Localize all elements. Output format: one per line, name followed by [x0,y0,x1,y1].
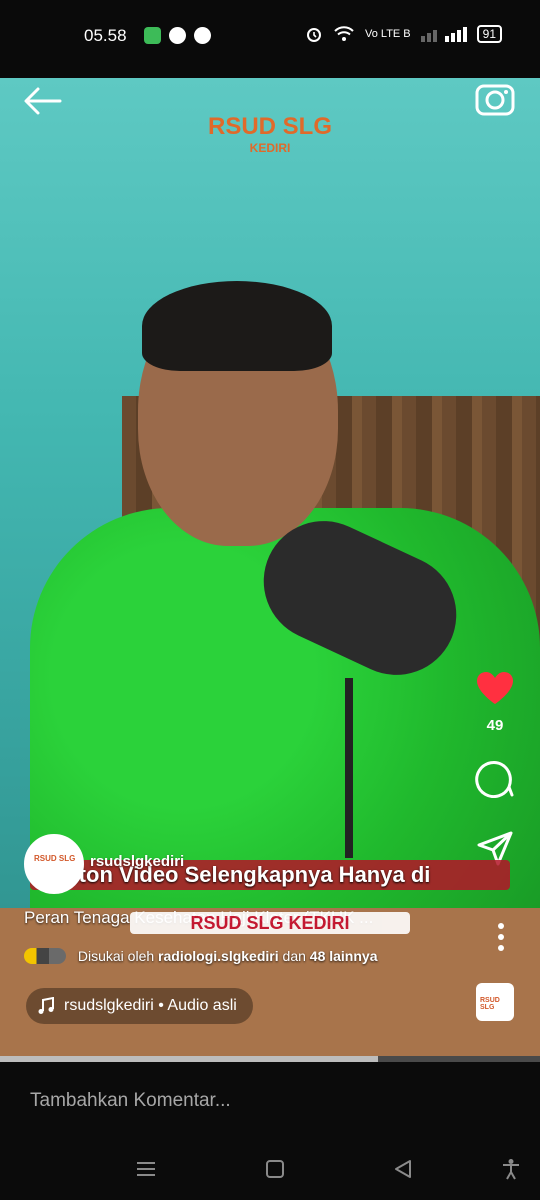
alarm-icon [306,28,321,42]
liked-avatars [24,948,66,964]
back-icon[interactable] [392,1158,414,1180]
signal-icon [420,27,467,42]
liked-by[interactable]: Disukai oleh radiologi.slgkediri dan 48 … [24,948,377,964]
comment-input[interactable]: Tambahkan Komentar... [30,1090,231,1112]
more-options-icon[interactable] [496,922,506,952]
back-arrow-icon[interactable] [22,85,62,117]
profile-avatar[interactable]: RSUD SLG [24,834,84,894]
messages-icon [144,27,161,44]
video-watermark: RSUD SLG KEDIRI [0,113,540,155]
status-app-icons [144,27,211,44]
like-count: 49 [486,717,504,734]
liked-user[interactable]: radiologi.slgkediri [158,948,279,964]
watermark-subtitle: KEDIRI [249,141,291,155]
status-bar: 05.58 Vo LTE B 91 [0,0,540,78]
music-note-icon [38,997,54,1014]
battery-icon: 91 [476,25,502,43]
audio-label: rsudslgkediri • Audio asli [64,997,237,1014]
person-hair [142,281,332,371]
audio-thumbnail[interactable]: RSUD SLG [476,983,514,1021]
side-actions: 49 [470,670,520,874]
username[interactable]: rsudslgkediri [90,853,184,870]
status-time: 05.58 [84,26,127,45]
home-icon[interactable] [264,1158,286,1180]
status-right-icons: Vo LTE B 91 [305,25,502,43]
network-label: Vo LTE B [364,28,411,40]
accessibility-icon[interactable] [500,1158,522,1180]
wifi-icon [334,26,354,41]
recent-apps-icon[interactable] [135,1158,157,1180]
watermark-title: RSUD SLG [207,113,332,140]
microphone-stand [345,678,353,858]
liked-prefix: Disukai oleh [77,948,155,964]
liked-middle: dan [282,948,306,964]
audio-thumb-logo: RSUD SLG [480,997,500,1011]
comment-icon[interactable] [475,758,515,799]
heart-icon[interactable] [475,670,515,706]
location-icon [169,27,186,44]
liked-others[interactable]: 48 lainnya [310,948,378,964]
profile-logo: RSUD SLG [34,854,76,863]
tiktok-icon [194,27,211,44]
camera-icon[interactable] [474,80,516,118]
audio-pill[interactable]: rsudslgkediri • Audio asli [26,988,253,1024]
youtube-banner: RSUD SLG KEDIRI [130,912,410,934]
